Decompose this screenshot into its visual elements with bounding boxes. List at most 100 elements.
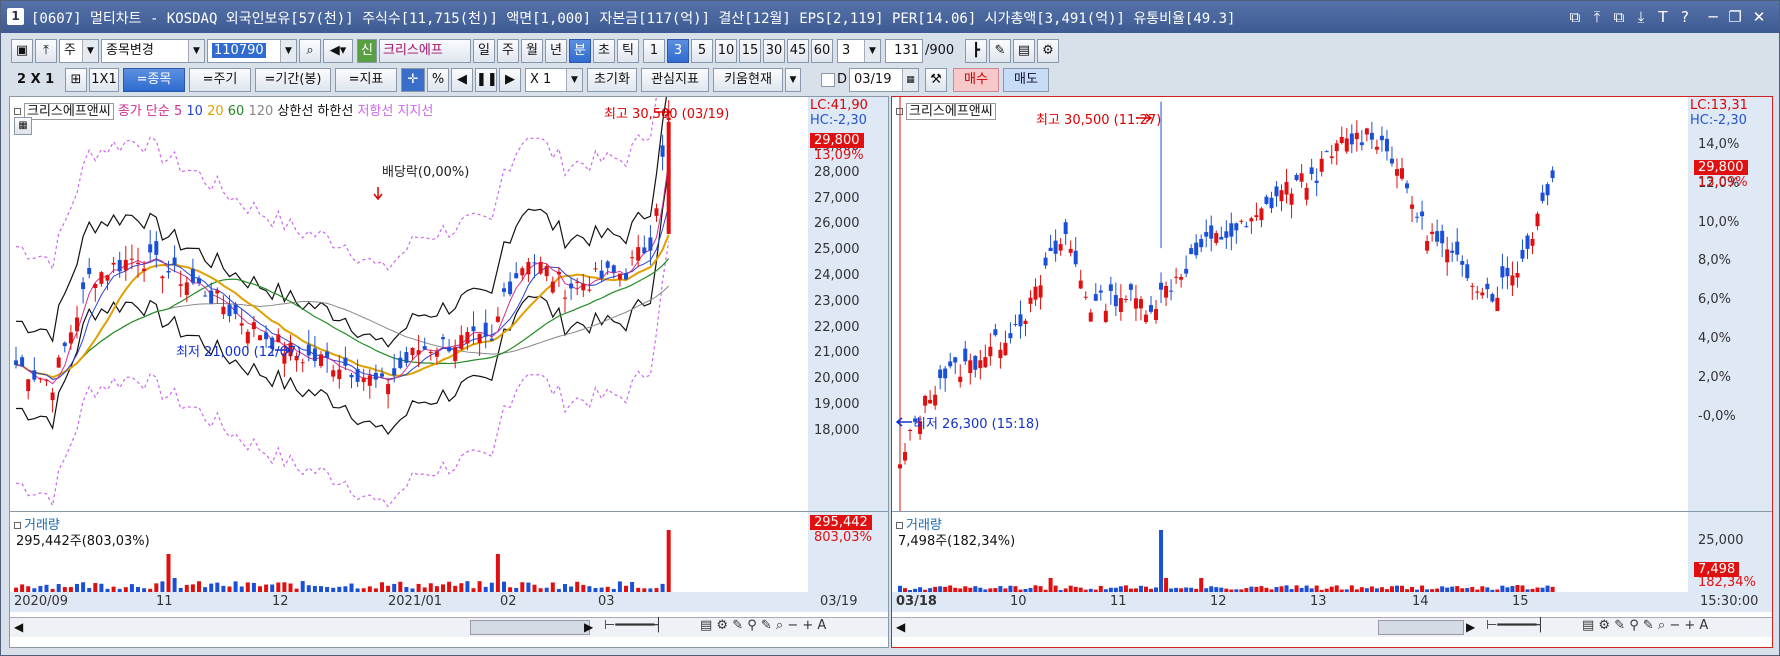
legend-toggle-icon[interactable] xyxy=(14,108,21,115)
close-icon[interactable]: ✕ xyxy=(1749,7,1769,27)
period-second[interactable]: 초 xyxy=(593,39,615,63)
volume-bar xyxy=(233,581,238,592)
left-chart-panel: LC:41,90 HC:-2,30 29,00028,00027,00026,0… xyxy=(9,96,889,648)
interval-60[interactable]: 60 xyxy=(811,39,833,63)
kiwoom-button[interactable]: 키움현재 xyxy=(713,68,783,92)
legend-item[interactable]: 종가 xyxy=(118,104,142,119)
scroll-left-icon[interactable]: ◀ xyxy=(14,620,23,634)
legend-item[interactable]: 저항선 xyxy=(353,104,393,119)
multiplier-select[interactable]: X 1 ▼ xyxy=(525,68,583,92)
candle-body xyxy=(264,332,269,340)
legend-item[interactable]: 하한선 xyxy=(313,104,353,119)
candle-body xyxy=(1319,158,1324,172)
volume-bar xyxy=(1284,585,1289,592)
pause-icon[interactable]: ❚❚ xyxy=(475,68,497,92)
period-day[interactable]: 일 xyxy=(473,39,495,63)
volume-bar xyxy=(245,582,250,592)
legend-item[interactable]: 120 xyxy=(244,104,273,119)
period-minute[interactable]: 분 xyxy=(569,39,591,63)
period-week[interactable]: 주 xyxy=(497,39,519,63)
legend-item[interactable]: 20 xyxy=(203,104,224,119)
right-scrollbar[interactable]: ◀ ▶ ⊢━━━━━┤ ▤ ⚙ ✎ ⚲ ✎ ⌕ − + A xyxy=(892,617,1772,637)
stock-name-field[interactable]: 크리스에프 xyxy=(379,39,471,63)
index-button[interactable]: =지표 xyxy=(335,68,397,92)
legend-item[interactable]: 60 xyxy=(224,104,245,119)
scroll-left-icon[interactable]: ◀ xyxy=(896,620,905,634)
title-bar: 1 [0607] 멀티차트 - KOSDAQ 외국인보유[57(천)] 주식수[… xyxy=(1,1,1779,33)
interval-1[interactable]: 1 xyxy=(643,39,665,63)
sell-button[interactable]: 매도 xyxy=(1003,68,1049,92)
legend-item[interactable]: 상한선 xyxy=(273,104,313,119)
cascade-icon[interactable]: ⧉ xyxy=(1609,7,1629,27)
prev-icon[interactable]: ◀ xyxy=(451,68,473,92)
reset-button[interactable]: 초기화 xyxy=(587,68,637,92)
speaker-icon[interactable]: ◀▾ xyxy=(323,39,353,63)
d-checkbox[interactable] xyxy=(821,73,835,87)
settings-icon[interactable]: ⚙ xyxy=(1037,39,1059,63)
tool-icons[interactable]: ▤ ⚙ ✎ ⚲ ✎ ⌕ − + A xyxy=(700,618,826,633)
period-year[interactable]: 년 xyxy=(545,39,567,63)
volume-toggle-icon[interactable] xyxy=(14,522,21,529)
period-tick[interactable]: 틱 xyxy=(617,39,639,63)
pin-icon[interactable]: ⤒ xyxy=(35,39,57,63)
volume-toggle-icon[interactable] xyxy=(896,522,903,529)
chart-tool-icon[interactable]: ⚒ xyxy=(925,68,947,92)
legend-item[interactable]: 5 xyxy=(170,104,182,119)
interval-5[interactable]: 5 xyxy=(691,39,713,63)
draw-tool-icon[interactable]: ✎ xyxy=(989,39,1011,63)
fav-index-button[interactable]: 관심지표 xyxy=(641,68,709,92)
legend-item[interactable]: 단순 xyxy=(142,104,170,119)
calculator-icon[interactable]: ▦ xyxy=(14,117,32,135)
interval-10[interactable]: 10 xyxy=(715,39,737,63)
stock-change-select[interactable]: 종목변경 ▼ xyxy=(101,39,205,63)
interval-45[interactable]: 45 xyxy=(787,39,809,63)
candle-tool-icon[interactable]: ┣ xyxy=(965,39,987,63)
period-month[interactable]: 월 xyxy=(521,39,543,63)
volume-bar xyxy=(1033,585,1038,592)
pin-top-icon[interactable]: ⤒ xyxy=(1587,7,1607,27)
interval-3[interactable]: 3 xyxy=(667,39,689,63)
maximize-icon[interactable]: ❐ xyxy=(1725,7,1745,27)
count-input[interactable]: 131 xyxy=(885,39,923,63)
candle-body xyxy=(1108,284,1113,291)
scroll-thumb[interactable] xyxy=(470,620,590,635)
font-icon[interactable]: T xyxy=(1653,7,1673,27)
code-input[interactable]: 110790 ▼ xyxy=(207,39,297,63)
pin-bottom-icon[interactable]: ⤓ xyxy=(1631,7,1651,27)
period-button[interactable]: =기간(봉) xyxy=(255,68,331,92)
zoom-slider[interactable]: ⊢━━━━━┤ xyxy=(1486,618,1544,633)
scroll-right-icon[interactable]: ▶ xyxy=(1466,620,1475,634)
date-input[interactable]: 03/19 ▦ xyxy=(849,68,919,92)
restore-icon[interactable]: ⧉ xyxy=(1565,7,1585,27)
minimize-icon[interactable]: ─ xyxy=(1703,7,1723,27)
zoom-slider[interactable]: ⊢━━━━━┤ xyxy=(604,618,662,633)
x-tick-label: 10 xyxy=(1010,594,1027,609)
cycle-button[interactable]: =주기 xyxy=(189,68,251,92)
grid-icon[interactable]: ⊞ xyxy=(65,68,87,92)
tool-icons[interactable]: ▤ ⚙ ✎ ⚲ ✎ ⌕ − + A xyxy=(1582,618,1708,633)
kiwoom-dropdown-icon[interactable]: ▼ xyxy=(785,68,801,92)
scroll-right-icon[interactable]: ▶ xyxy=(584,620,593,634)
legend-toggle-icon[interactable] xyxy=(896,108,903,115)
x-tick-label: 15 xyxy=(1512,594,1529,609)
candle-body xyxy=(1048,247,1053,252)
save-icon[interactable]: ▤ xyxy=(1013,39,1035,63)
left-scrollbar[interactable]: ◀ ▶ ⊢━━━━━┤ ▤ ⚙ ✎ ⚲ ✎ ⌕ − + A xyxy=(10,617,888,637)
buy-button[interactable]: 매수 xyxy=(953,68,999,92)
one-by-one-button[interactable]: 1X1 xyxy=(89,68,119,92)
interval-15[interactable]: 15 xyxy=(739,39,761,63)
next-icon[interactable]: ▶ xyxy=(499,68,521,92)
help-icon[interactable]: ? xyxy=(1675,7,1695,27)
scroll-thumb[interactable] xyxy=(1378,620,1464,635)
legend-item[interactable]: 지지선 xyxy=(393,104,433,119)
layout-icon[interactable]: ▣ xyxy=(11,39,33,63)
stock-button[interactable]: =종목 xyxy=(123,68,185,92)
percent-button[interactable]: % xyxy=(427,68,449,92)
interval-select[interactable]: 3 ▼ xyxy=(837,39,881,63)
legend-item[interactable]: 10 xyxy=(182,104,203,119)
crosshair-icon[interactable]: ✛ xyxy=(401,68,425,92)
shin-badge[interactable]: 신 xyxy=(357,39,377,63)
search-icon[interactable]: ⌕ xyxy=(299,39,321,63)
unit-select[interactable]: 주 ▼ xyxy=(59,39,99,63)
interval-30[interactable]: 30 xyxy=(763,39,785,63)
